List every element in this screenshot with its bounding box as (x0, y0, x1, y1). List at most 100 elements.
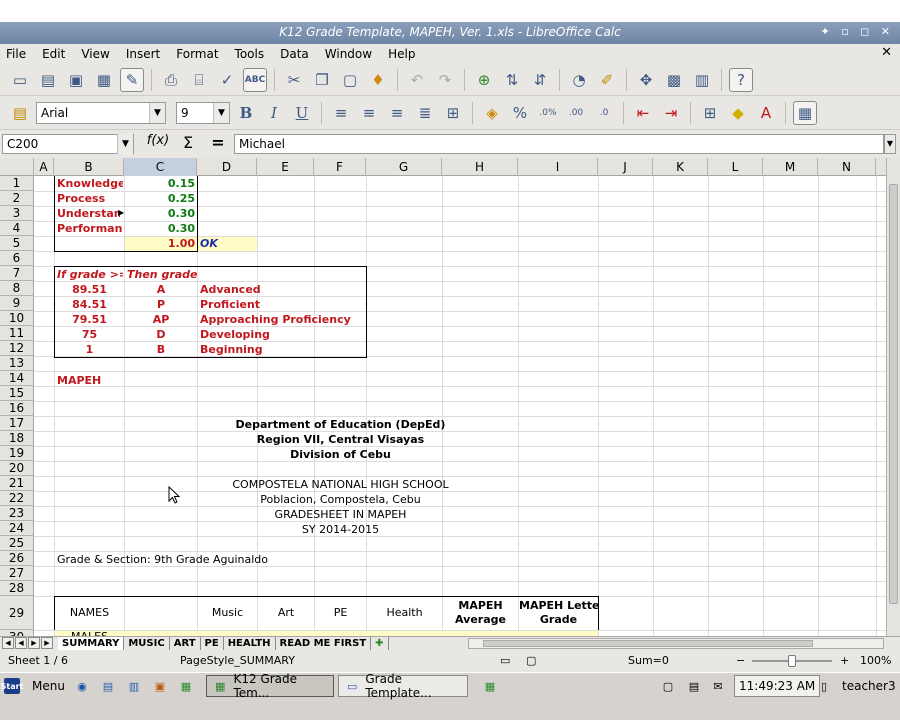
row-header[interactable]: 8 (0, 281, 34, 296)
row-header[interactable]: 20 (0, 461, 34, 476)
row-header[interactable]: 14 (0, 371, 34, 386)
open-icon[interactable]: ▤ (36, 68, 60, 92)
help-icon[interactable]: ? (729, 67, 753, 92)
user-name[interactable]: teacher3 (842, 675, 896, 697)
row-header[interactable]: 19 (0, 446, 34, 461)
grade-min[interactable]: 79.51 (55, 313, 124, 326)
header-dept[interactable]: Department of Education (DepEd) (197, 418, 484, 431)
autospell-icon[interactable]: ABC (243, 67, 267, 92)
decrease-indent-icon[interactable]: ⇤ (631, 101, 655, 125)
row-header[interactable]: 3 (0, 206, 34, 221)
grade-min[interactable]: 84.51 (55, 298, 124, 311)
grade-code[interactable]: B (125, 343, 197, 356)
trash-icon[interactable]: ▯ (816, 675, 832, 697)
horizontal-scroll-thumb[interactable] (483, 640, 813, 647)
column-header-b[interactable]: B (54, 158, 124, 176)
sum-icon[interactable]: Σ (176, 133, 200, 152)
start-button[interactable]: Start (1, 675, 23, 697)
browser-icon[interactable]: ◉ (74, 675, 90, 697)
row-header[interactable]: 12 (0, 341, 34, 356)
row-header[interactable]: 15 (0, 386, 34, 401)
copy-icon[interactable]: ❐ (310, 68, 334, 92)
row-header[interactable]: 28 (0, 581, 34, 596)
zoom-slider-knob[interactable] (788, 655, 796, 667)
row-header[interactable]: 23 (0, 506, 34, 521)
menu-window[interactable]: Window (317, 47, 380, 61)
selection-mode-icon[interactable]: ▭ (500, 654, 510, 667)
chevron-down-icon[interactable]: ▼ (117, 134, 133, 154)
row-header[interactable]: 4 (0, 221, 34, 236)
column-header-g[interactable]: G (366, 158, 442, 176)
font-size-combo[interactable]: 9 ▼ (176, 101, 230, 124)
tab-art[interactable]: ART (170, 637, 201, 650)
header-school-year[interactable]: SY 2014-2015 (197, 523, 484, 536)
weights-total[interactable]: 1.00 (126, 237, 195, 250)
edit-mode-icon[interactable]: ✎ (120, 67, 144, 92)
status-page-style[interactable]: PageStyle_SUMMARY (180, 654, 295, 667)
navigator-icon[interactable]: ✥ (634, 68, 658, 92)
formula-expand-icon[interactable]: ▼ (884, 134, 896, 154)
header-division[interactable]: Division of Cebu (197, 448, 484, 461)
grade-code[interactable]: AP (125, 313, 197, 326)
menu-file[interactable]: File (0, 47, 34, 61)
header-average-line1[interactable]: MAPEH (443, 599, 518, 612)
borders-icon[interactable]: ⊞ (698, 101, 722, 125)
row-header[interactable]: 11 (0, 326, 34, 341)
redo-icon[interactable]: ↷ (433, 68, 457, 92)
grade-section[interactable]: Grade & Section: 9th Grade Aguinaldo (57, 553, 357, 566)
menu-view[interactable]: View (73, 47, 117, 61)
clone-formatting-icon[interactable]: ♦ (366, 68, 390, 92)
taskbar-task-folder[interactable]: ▭ Grade Template... (338, 672, 468, 700)
column-header-n[interactable]: N (818, 158, 876, 176)
writer-icon[interactable]: ▥ (126, 675, 142, 697)
delete-decimal-icon[interactable]: .0 (592, 101, 616, 125)
close-document-icon[interactable]: ✕ (881, 45, 892, 60)
impress-icon[interactable]: ▣ (152, 675, 168, 697)
spreadsheet-grid[interactable]: A B C D E F G H I J K L M N 1 2 3 4 5 6 … (0, 158, 886, 636)
row-header[interactable]: 24 (0, 521, 34, 536)
menu-tools[interactable]: Tools (227, 47, 273, 61)
weight-label[interactable]: Performance (57, 222, 123, 235)
grade-min[interactable]: 89.51 (55, 283, 124, 296)
mail-icon[interactable]: ✉ (710, 675, 726, 697)
vertical-scrollbar[interactable] (886, 158, 900, 636)
menu-insert[interactable]: Insert (118, 47, 168, 61)
font-name-combo[interactable]: Arial ▼ (36, 101, 166, 124)
column-header-i[interactable]: I (518, 158, 598, 176)
row-header[interactable]: 29 (0, 596, 34, 630)
row-header[interactable]: 5 (0, 236, 34, 251)
weight-label[interactable]: Knowledge (57, 177, 123, 190)
title-bar[interactable]: K12 Grade Template, MAPEH, Ver. 1.xls - … (0, 22, 900, 44)
weight-value[interactable]: 0.30 (126, 207, 195, 220)
header-music[interactable]: Music (198, 606, 257, 619)
name-box[interactable]: C200 ▼ (2, 134, 134, 154)
row-header[interactable]: 1 (0, 176, 34, 191)
select-all-corner[interactable] (0, 158, 34, 176)
insert-chart-icon[interactable]: ◔ (567, 68, 591, 92)
zoom-in-icon[interactable]: + (840, 654, 849, 667)
row-header[interactable]: 17 (0, 416, 34, 431)
toolbar-options-icon[interactable]: ▦ (793, 100, 817, 125)
files-icon[interactable]: ▤ (100, 675, 116, 697)
undo-icon[interactable]: ↶ (405, 68, 429, 92)
print-preview-icon[interactable]: ⌸ (187, 68, 211, 92)
chevron-down-icon[interactable]: ▼ (213, 102, 229, 123)
column-header-m[interactable]: M (763, 158, 818, 176)
header-letter-line1[interactable]: MAPEH Letter (519, 599, 598, 612)
menu-button[interactable]: Menu (32, 675, 65, 697)
cut-icon[interactable]: ✂ (282, 68, 306, 92)
currency-icon[interactable]: ◈ (480, 101, 504, 125)
increase-indent-icon[interactable]: ⇥ (659, 101, 683, 125)
grade-code[interactable]: D (125, 328, 197, 341)
column-header-f[interactable]: F (314, 158, 366, 176)
show-desktop-icon[interactable]: ▢ (660, 675, 676, 697)
header-letter-line2[interactable]: Grade (519, 613, 598, 626)
header-sheet-title[interactable]: GRADESHEET IN MAPEH (197, 508, 484, 521)
row-header[interactable]: 13 (0, 356, 34, 371)
tab-pe[interactable]: PE (201, 637, 224, 650)
weight-value[interactable]: 0.30 (126, 222, 195, 235)
first-sheet-icon[interactable]: ◀ (2, 637, 14, 649)
grade-min[interactable]: 1 (55, 343, 124, 356)
row-header[interactable]: 16 (0, 401, 34, 416)
calc-launcher-icon[interactable]: ▦ (178, 675, 194, 697)
